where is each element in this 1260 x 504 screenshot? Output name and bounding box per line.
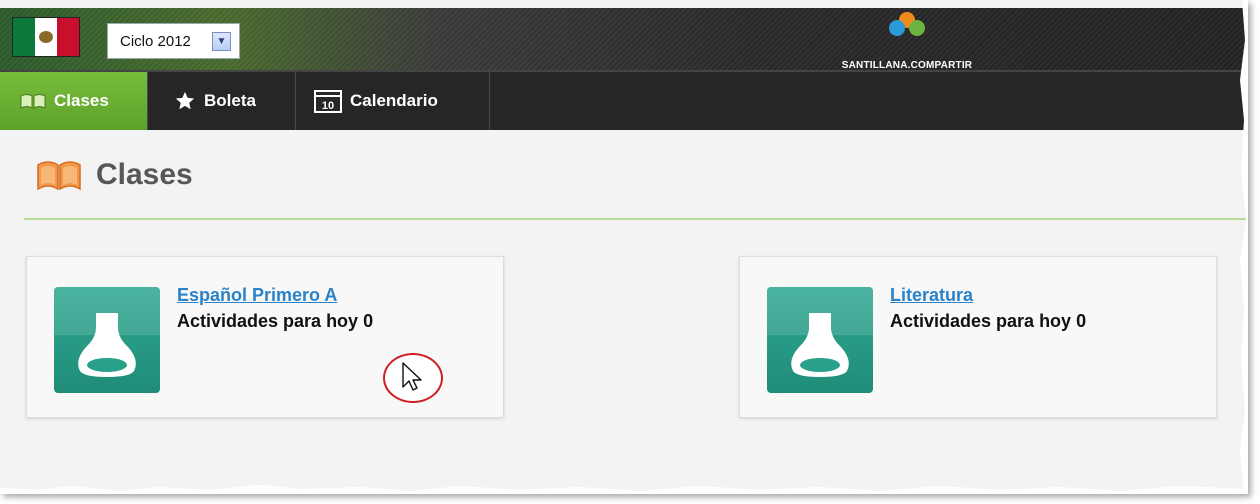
star-icon [174,90,196,112]
flask-icon[interactable] [54,287,160,393]
nav-tab-clases[interactable]: Clases [0,72,148,130]
page-title: Clases [36,158,193,192]
top-header: Ciclo 2012 ▼ SANTILLANA.COMPARTIR [0,8,1248,72]
nav-tab-calendario-label: Calendario [350,91,438,110]
cycle-select[interactable]: Ciclo 2012 ▼ [107,23,240,59]
nav-tab-boleta[interactable]: Boleta [148,72,296,130]
open-book-icon [36,159,82,191]
nav-tab-calendario[interactable]: 10 Calendario [296,72,490,130]
mouse-pointer-icon [402,362,422,391]
nav-tab-clases-label: Clases [54,91,109,110]
nav-tab-boleta-label: Boleta [204,91,256,110]
book-icon [20,93,46,109]
class-link[interactable]: Literatura [890,285,973,306]
calendar-icon-number: 10 [322,100,334,112]
flask-icon[interactable] [767,287,873,393]
mexico-flag-icon [12,17,80,57]
santillana-logo-icon [887,12,927,40]
calendar-icon: 10 [314,89,342,113]
torn-edge-bottom [0,485,1248,494]
class-link[interactable]: Español Primero A [177,285,337,306]
cycle-select-value: Ciclo 2012 [120,32,191,50]
title-divider [24,218,1248,220]
class-card-literatura[interactable]: Literatura Actividades para hoy 0 [739,256,1217,418]
page-title-text: Clases [96,158,193,191]
cursor-highlight [383,353,443,403]
torn-edge-right [1240,0,1248,494]
activities-count: Actividades para hoy 0 [177,311,374,331]
main-nav: Clases Boleta 10 Calendario [0,70,1248,130]
brand-logo: SANTILLANA.COMPARTIR [822,12,992,72]
app-window: Ciclo 2012 ▼ SANTILLANA.COMPARTIR Clases [0,0,1248,494]
activities-count: Actividades para hoy 0 [890,311,1087,331]
chevron-down-icon[interactable]: ▼ [212,31,231,51]
